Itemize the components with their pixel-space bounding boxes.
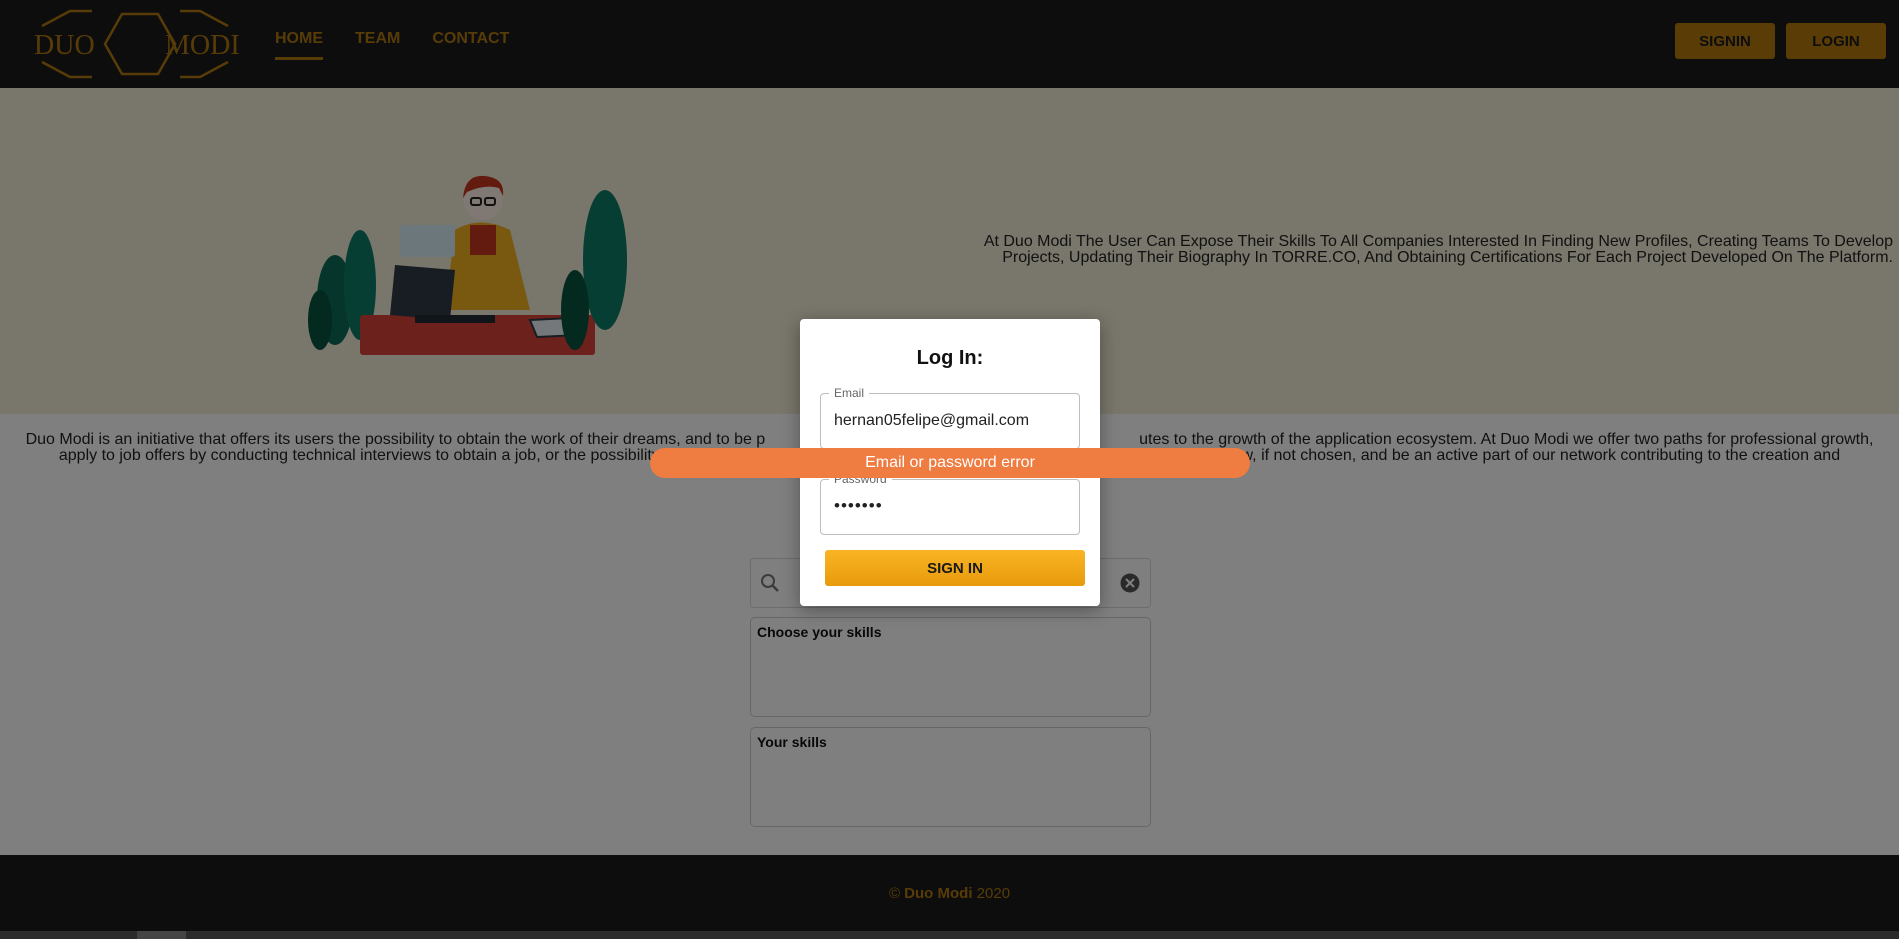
email-value[interactable]: hernan05felipe@gmail.com — [834, 412, 1029, 430]
password-value[interactable]: ••••••• — [834, 496, 883, 516]
error-toast: Email or password error — [650, 448, 1250, 478]
email-field[interactable]: Email hernan05felipe@gmail.com — [820, 386, 1080, 449]
password-field[interactable]: Password ••••••• — [820, 472, 1080, 535]
sign-in-button[interactable]: SIGN IN — [825, 550, 1085, 586]
modal-title: Log In: — [916, 347, 984, 369]
email-label: Email — [829, 386, 870, 400]
